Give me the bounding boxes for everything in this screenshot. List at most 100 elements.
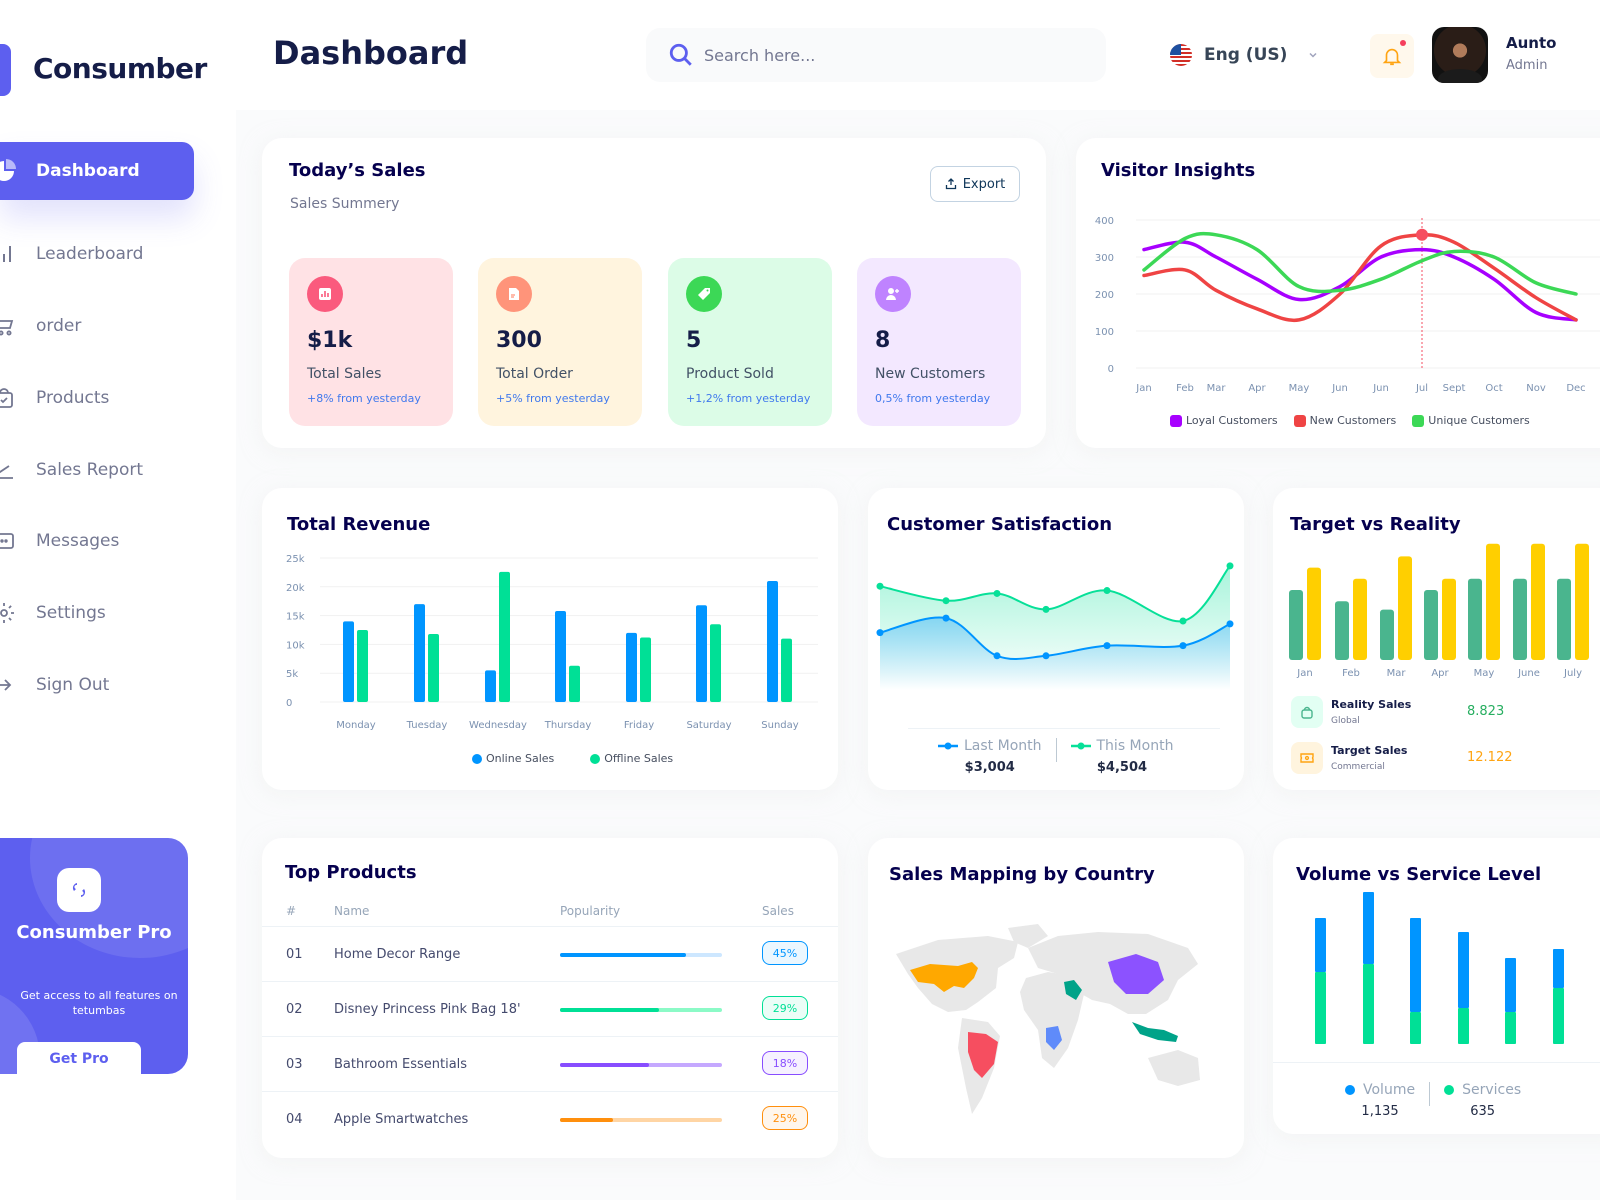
popularity-fill: [560, 1118, 614, 1122]
row-number: 03: [286, 1057, 303, 1072]
satisfaction-summary: Last Month $3,004 This Month $4,504: [938, 738, 1173, 775]
bar-online-sales: [555, 610, 566, 702]
sidebar-item-dashboard[interactable]: Dashboard: [0, 142, 194, 200]
sidebar-item-messages[interactable]: Messages: [0, 512, 194, 570]
services-summary: Services 635: [1444, 1082, 1521, 1119]
bar-reality-sales: [1335, 601, 1349, 660]
table-row[interactable]: 01 Home Decor Range 45%: [262, 926, 838, 981]
bar-online-sales: [626, 632, 637, 702]
legend-label: Services: [1462, 1082, 1522, 1098]
card-title: Sales Mapping by Country: [889, 864, 1155, 885]
sidebar-item-products[interactable]: Products: [0, 369, 194, 427]
table-row[interactable]: 03 Bathroom Essentials 18%: [262, 1036, 838, 1091]
x-tick-label: Jul: [1415, 383, 1428, 394]
notifications-button[interactable]: [1370, 34, 1414, 78]
summary-value: 635: [1470, 1104, 1496, 1119]
stat-card-new-customers: 8 New Customers 0,5% from yesterday: [857, 258, 1021, 426]
x-tick-label: Feb: [1176, 383, 1194, 394]
legend-label: Online Sales: [486, 752, 555, 765]
table-row[interactable]: 02 Disney Princess Pink Bag 18' 29%: [262, 981, 838, 1036]
australia-shape: [1148, 1050, 1200, 1086]
table-row[interactable]: 04 Apple Smartwatches 25%: [262, 1091, 838, 1146]
summary-value: 1,135: [1361, 1104, 1399, 1119]
sidebar-item-sign-out[interactable]: Sign Out: [0, 656, 194, 714]
pro-logo-icon: [57, 868, 101, 912]
bar-services: [1505, 1012, 1516, 1044]
summary-value: $4,504: [1096, 760, 1148, 775]
bar-reality-sales: [1513, 578, 1527, 660]
volume-service-summary: Volume 1,135 Services 635: [1345, 1082, 1521, 1119]
sidebar-item-settings[interactable]: Settings: [0, 584, 194, 642]
stat-value: $1k: [307, 328, 353, 353]
world-map: [896, 924, 1200, 1114]
legend-item-unique: Unique Customers: [1412, 414, 1530, 427]
sidebar: Consumber Dashboard Leaderboard order Pr…: [0, 0, 236, 1200]
highlight-point: [1416, 228, 1428, 241]
column-header: Name: [334, 904, 370, 918]
data-point: [942, 614, 950, 622]
bar-target-sales: [1353, 578, 1367, 660]
language-selector[interactable]: Eng (US): [1170, 40, 1319, 70]
legend-label: Offline Sales: [604, 752, 674, 765]
export-button[interactable]: Export: [930, 166, 1020, 202]
data-point: [876, 629, 884, 637]
bar-services: [1315, 972, 1326, 1044]
legend-swatch: [1293, 414, 1306, 427]
legend-dot: [1345, 1085, 1355, 1095]
pro-promo-card: Consumber Pro Get access to all features…: [0, 838, 188, 1074]
bar-online-sales: [696, 605, 707, 702]
upload-icon: [945, 178, 956, 190]
card-title: Visitor Insights: [1101, 160, 1256, 181]
legend-line-icon: [1070, 742, 1091, 750]
stat-label: Total Order: [496, 366, 573, 382]
legend-label: Volume: [1363, 1082, 1416, 1098]
total-revenue-card: Total Revenue 0 5k 10k 15k 20k 25k Monday Tuesd…: [262, 488, 838, 790]
y-tick-label: 20k: [286, 583, 305, 594]
top-products-card: Top Products # Name Popularity Sales 01 H…: [262, 838, 838, 1158]
export-label: Export: [962, 176, 1006, 192]
sidebar-item-sales-report[interactable]: Sales Report: [0, 441, 194, 499]
legend-swatch: [1170, 414, 1182, 427]
x-tick-label: May: [1474, 668, 1495, 679]
stat-change: +8% from yesterday: [307, 392, 421, 405]
x-tick-label: Tuesday: [406, 720, 448, 731]
bar-target-sales: [1307, 567, 1321, 660]
y-tick-label: 10k: [286, 640, 305, 651]
tag-icon: [686, 276, 722, 312]
bar-online-sales: [343, 621, 354, 702]
volume-service-chart: [1315, 892, 1564, 1044]
x-tick-label: Monday: [336, 720, 376, 731]
popularity-bar: [560, 1118, 722, 1122]
x-tick-label: Apr: [1248, 383, 1266, 394]
popularity-fill: [560, 953, 687, 957]
sign-out-icon: [0, 671, 18, 699]
row-subtitle: Global: [1331, 716, 1360, 726]
card-title: Volume vs Service Level: [1296, 864, 1542, 885]
sidebar-item-leaderboard[interactable]: Leaderboard: [0, 225, 194, 283]
row-number: 04: [286, 1112, 303, 1127]
get-pro-button[interactable]: Get Pro: [17, 1042, 141, 1074]
stat-card-total-sales: $1k Total Sales +8% from yesterday: [289, 258, 453, 426]
reality-sales-row: Reality Sales Global 8.823: [1291, 696, 1551, 732]
legend-item-new: New Customers: [1293, 414, 1396, 427]
stat-label: New Customers: [875, 366, 986, 382]
user-role: Admin: [1506, 58, 1548, 73]
customer-satisfaction-chart: [876, 562, 1234, 690]
x-tick-label: July: [1563, 668, 1582, 679]
document-icon: [496, 276, 532, 312]
search-icon: [669, 43, 692, 66]
x-tick-label: Apr: [1431, 668, 1449, 679]
data-point: [993, 589, 1001, 597]
y-tick-label: 0: [286, 698, 292, 709]
y-tick-label: 15k: [286, 612, 305, 623]
sidebar-item-order[interactable]: order: [0, 297, 194, 355]
search-bar[interactable]: [646, 28, 1106, 82]
bar-offline-sales: [428, 634, 439, 702]
search-input[interactable]: [704, 45, 1084, 65]
bar-offline-sales: [569, 665, 580, 702]
x-tick-label: Wednesday: [469, 720, 527, 731]
user-avatar[interactable]: [1432, 27, 1488, 83]
bar-services: [1363, 964, 1374, 1044]
x-tick-label: Friday: [624, 720, 654, 731]
pro-title: Consumber Pro: [16, 922, 172, 943]
